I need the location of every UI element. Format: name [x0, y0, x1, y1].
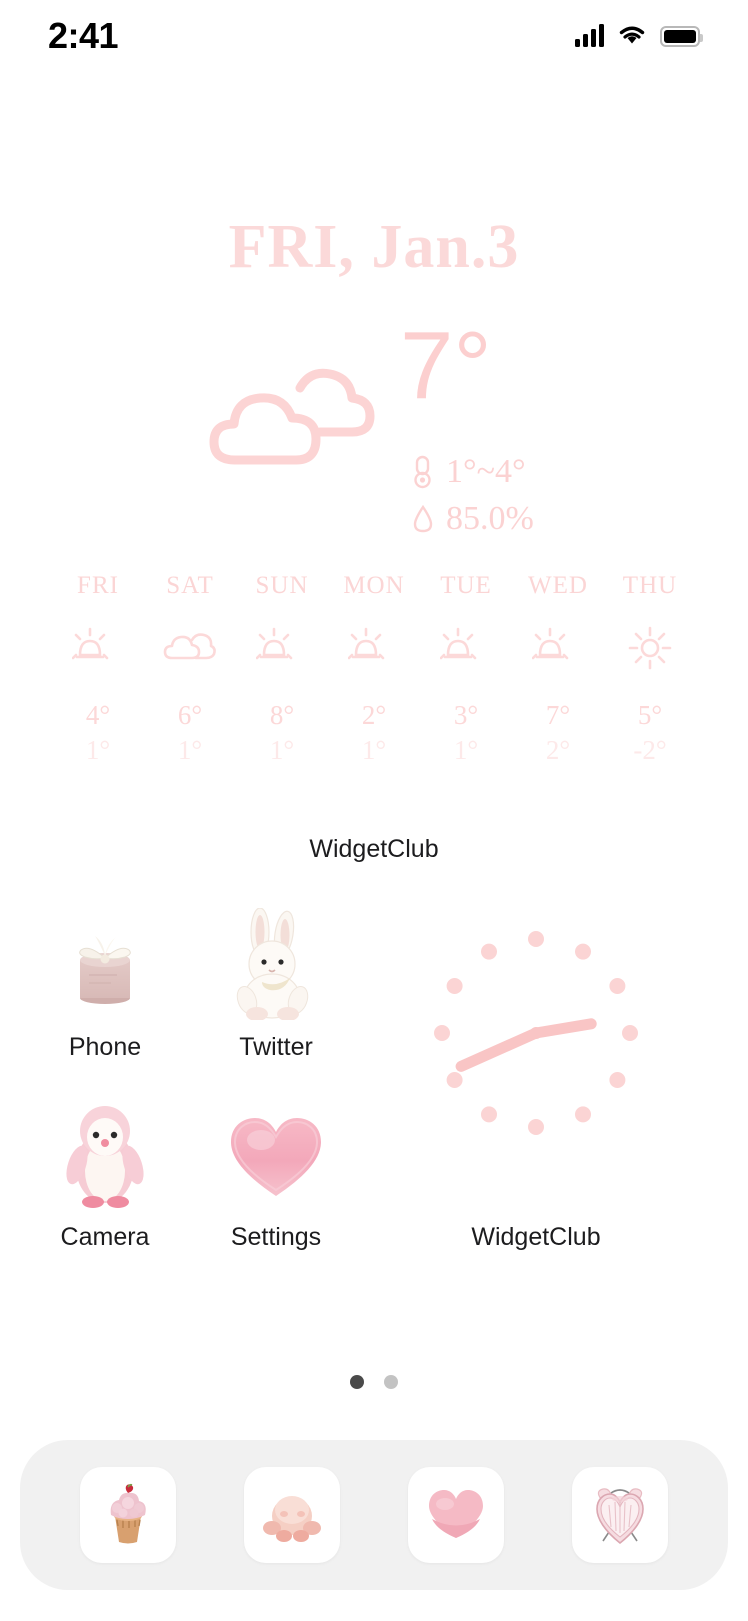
app-grid: Phone Twitter Camera Settings WidgetClub	[0, 895, 748, 1255]
clock-hour-marker	[575, 943, 591, 960]
pink-heart-macaron-icon	[429, 1490, 483, 1538]
page-dot[interactable]	[350, 1375, 364, 1389]
forecast-high-temp: 4°	[85, 700, 111, 730]
forecast-day-column: SUN 8° 1°	[240, 572, 324, 766]
forecast-day-label: MON	[343, 572, 405, 599]
current-weather-widget: 7° 1°~4° 85.0%	[0, 318, 748, 548]
forecast-low-temp: 1°	[361, 735, 387, 765]
app-icon-phone[interactable]: Phone	[25, 905, 185, 1062]
partly-cloudy-icon	[56, 618, 140, 678]
forecast-high-temp: 6°	[177, 700, 203, 730]
pink-heart-icon[interactable]	[217, 1095, 335, 1213]
status-bar-time: 2:41	[48, 15, 119, 56]
current-temperature: 7°	[400, 312, 492, 419]
humidity-row: 85.0%	[412, 500, 534, 538]
forecast-day-column: FRI 4° 1°	[56, 572, 140, 766]
forecast-low-temp: 1°	[85, 735, 111, 765]
bunny-plush-icon[interactable]	[217, 905, 335, 1023]
app-icon-settings[interactable]: Settings	[196, 1095, 356, 1252]
cloudy-icon	[200, 358, 390, 483]
cloudy-icon	[148, 618, 232, 678]
partly-cloudy-icon	[424, 618, 508, 678]
clock-hour-marker	[481, 943, 497, 960]
partly-cloudy-icon	[516, 618, 600, 678]
app-icon-camera[interactable]: Camera	[25, 1095, 185, 1252]
cellular-signal-icon	[575, 24, 604, 47]
status-bar-indicators	[575, 24, 703, 47]
clock-hour-marker	[575, 1106, 591, 1123]
partly-cloudy-icon	[240, 618, 324, 678]
clock-hour-marker	[481, 1106, 497, 1123]
clock-hour-marker	[528, 1119, 544, 1135]
sunny-icon	[608, 618, 692, 678]
clock-hour-marker	[622, 1025, 638, 1041]
temperature-range-row: 1°~4°	[412, 453, 526, 491]
thermometer-icon	[414, 455, 431, 489]
widget-label-top: WidgetClub	[309, 835, 439, 863]
page-dot[interactable]	[384, 1375, 398, 1389]
battery-full-icon	[660, 25, 703, 47]
forecast-day-label: FRI	[77, 572, 119, 599]
forecast-low-temp: 1°	[177, 735, 203, 765]
weekly-forecast: FRI 4° 1° SAT 6° 1° SUN 8° 1° MON 2° 1° …	[56, 572, 692, 766]
forecast-day-column: THU 5° -2°	[608, 572, 692, 766]
forecast-day-column: WED 7° 2°	[516, 572, 600, 766]
forecast-day-label: WED	[528, 572, 588, 599]
analog-clock-widget[interactable]: WidgetClub	[400, 905, 672, 1251]
dock-item-plush[interactable]	[244, 1467, 340, 1563]
forecast-low-temp: 1°	[453, 735, 479, 765]
clock-face	[416, 913, 656, 1158]
forecast-day-column: SAT 6° 1°	[148, 572, 232, 766]
status-bar: 2:41	[0, 0, 748, 72]
clock-hour-marker	[446, 1072, 463, 1088]
forecast-low-temp: -2°	[633, 735, 667, 765]
page-indicator-dots[interactable]	[0, 1375, 748, 1389]
forecast-high-temp: 8°	[269, 700, 295, 730]
app-label: Phone	[68, 1033, 142, 1061]
wifi-icon	[619, 26, 645, 44]
forecast-day-label: THU	[622, 572, 678, 599]
app-label: Camera	[60, 1223, 150, 1251]
forecast-day-column: TUE 3° 1°	[424, 572, 508, 766]
forecast-day-label: SUN	[255, 572, 309, 599]
clock-hour-marker	[609, 1072, 626, 1088]
heart-alarm-clock-icon	[596, 1488, 644, 1545]
clock-hour-marker	[446, 978, 463, 994]
temperature-range-value: 1°~4°	[446, 453, 526, 490]
clock-widget-label: WidgetClub	[471, 1223, 601, 1251]
clock-hour-marker	[609, 978, 626, 994]
pink-penguin-plush-icon[interactable]	[46, 1095, 164, 1213]
clock-hour-marker	[434, 1025, 450, 1041]
app-icon-twitter[interactable]: Twitter	[196, 905, 356, 1062]
clock-hour-marker	[528, 931, 544, 947]
app-label: Twitter	[239, 1033, 313, 1061]
humidity-value: 85.0%	[446, 500, 534, 537]
forecast-high-temp: 3°	[453, 700, 479, 730]
cupcake-icon	[110, 1483, 146, 1544]
forecast-low-temp: 1°	[269, 735, 295, 765]
dock-item-heart-macaron[interactable]	[408, 1467, 504, 1563]
forecast-high-temp: 2°	[361, 700, 387, 730]
dock-item-alarm-clock[interactable]	[572, 1467, 668, 1563]
dock-item-cupcake[interactable]	[80, 1467, 176, 1563]
partly-cloudy-icon	[332, 618, 416, 678]
pink-gift-box-icon[interactable]	[46, 905, 164, 1023]
dock	[20, 1440, 728, 1590]
water-drop-icon	[413, 504, 433, 533]
forecast-day-column: MON 2° 1°	[332, 572, 416, 766]
forecast-high-temp: 7°	[545, 700, 571, 730]
date-header: FRI, Jan.3	[228, 213, 520, 281]
forecast-day-label: TUE	[440, 572, 492, 599]
forecast-day-label: SAT	[166, 572, 214, 599]
app-label: Settings	[230, 1223, 322, 1251]
forecast-low-temp: 2°	[545, 735, 571, 765]
pink-round-plush-icon	[263, 1496, 321, 1542]
forecast-high-temp: 5°	[637, 700, 663, 730]
